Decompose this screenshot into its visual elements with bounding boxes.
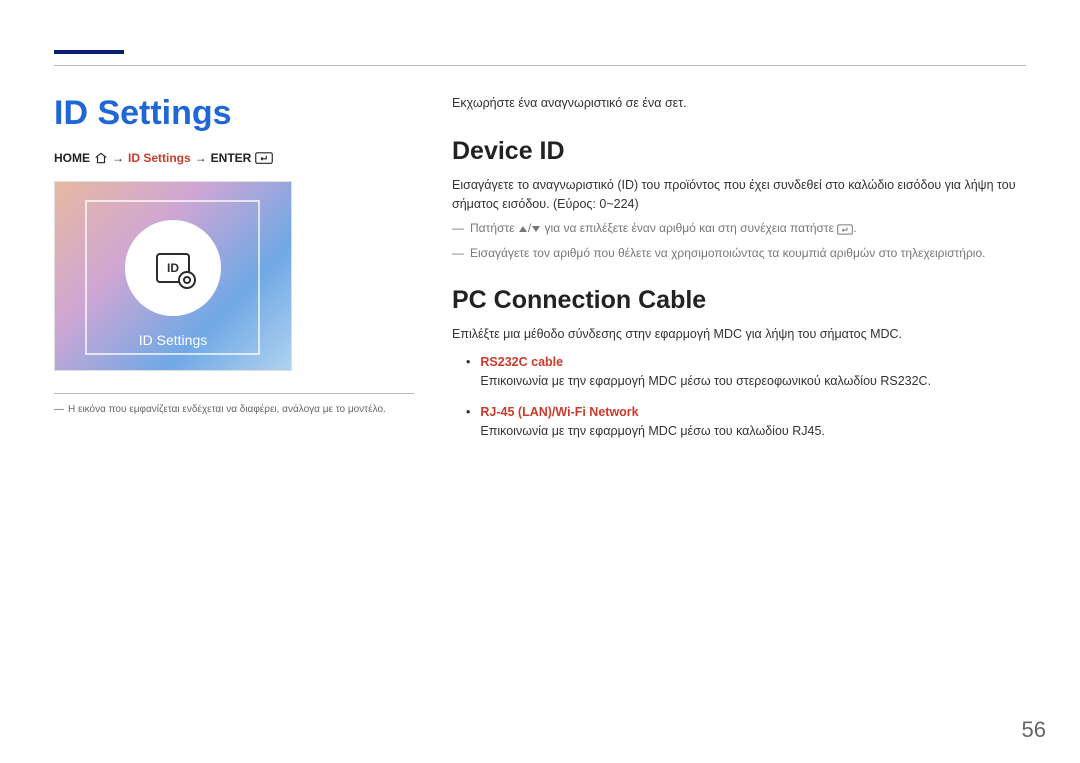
breadcrumb-arrow-1: → bbox=[112, 151, 124, 165]
page-title: ID Settings bbox=[54, 94, 414, 133]
section-pc-cable: PC Connection Cable Επιλέξτε μια μέθοδο … bbox=[452, 286, 1026, 441]
note-dash: ― bbox=[452, 244, 464, 263]
image-disclaimer-dash: ― bbox=[54, 404, 64, 415]
bullet-icon: • bbox=[466, 353, 470, 391]
breadcrumb-arrow-2: → bbox=[195, 151, 207, 165]
device-id-note-1: ― Πατήστε / για να επιλέξετε έναν αριθμό… bbox=[452, 219, 1026, 238]
note1-post: για να επιλέξετε έναν αριθμό και στη συν… bbox=[541, 221, 837, 235]
list-item-desc: Επικοινωνία με την εφαρμογή MDC μέσω του… bbox=[480, 422, 1026, 441]
device-id-note-2: ― Εισαγάγετε τον αριθμό που θέλετε να χρ… bbox=[452, 244, 1026, 263]
breadcrumb-mid: ID Settings bbox=[128, 151, 191, 165]
pc-cable-list: • RS232C cable Επικοινωνία με την εφαρμο… bbox=[452, 353, 1026, 440]
note1-end: . bbox=[853, 221, 856, 235]
image-disclaimer: ― Η εικόνα που εμφανίζεται ενδέχεται να … bbox=[54, 393, 414, 415]
list-item: • RS232C cable Επικοινωνία με την εφαρμο… bbox=[452, 353, 1026, 391]
note1-pre: Πατήστε bbox=[470, 221, 518, 235]
enter-icon bbox=[255, 152, 273, 164]
list-item-body: RS232C cable Επικοινωνία με την εφαρμογή… bbox=[480, 353, 1026, 391]
thumbnail-image: ID ID Settings bbox=[54, 181, 292, 371]
home-icon bbox=[94, 151, 108, 165]
note-dash: ― bbox=[452, 219, 464, 238]
page-top-rule bbox=[54, 38, 1026, 66]
breadcrumb-enter: ENTER bbox=[211, 151, 252, 165]
list-item-title: RJ-45 (LAN)/Wi-Fi Network bbox=[480, 403, 1026, 422]
image-disclaimer-text: Η εικόνα που εμφανίζεται ενδέχεται να δι… bbox=[68, 404, 386, 415]
device-id-body: Εισαγάγετε το αναγνωριστικό (ID) του προ… bbox=[452, 176, 1026, 214]
down-arrow-icon bbox=[531, 224, 541, 234]
note-text: Πατήστε / για να επιλέξετε έναν αριθμό κ… bbox=[470, 219, 1026, 238]
list-item: • RJ-45 (LAN)/Wi-Fi Network Επικοινωνία … bbox=[452, 403, 1026, 441]
left-column: ID Settings HOME → ID Settings → ENTER bbox=[54, 94, 414, 462]
list-item-title: RS232C cable bbox=[480, 353, 1026, 372]
right-column: Εκχωρήστε ένα αναγνωριστικό σε ένα σετ. … bbox=[414, 94, 1026, 462]
pc-cable-body: Επιλέξτε μια μέθοδο σύνδεσης στην εφαρμο… bbox=[452, 325, 1026, 344]
heading-pc-cable: PC Connection Cable bbox=[452, 286, 1026, 315]
page: ID Settings HOME → ID Settings → ENTER bbox=[0, 0, 1080, 763]
list-item-body: RJ-45 (LAN)/Wi-Fi Network Επικοινωνία με… bbox=[480, 403, 1026, 441]
heading-device-id: Device ID bbox=[452, 137, 1026, 166]
thumbnail-icon-circle: ID bbox=[125, 220, 221, 316]
list-item-desc: Επικοινωνία με την εφαρμογή MDC μέσω του… bbox=[480, 372, 1026, 391]
enter-small-icon bbox=[837, 224, 853, 235]
intro-line: Εκχωρήστε ένα αναγνωριστικό σε ένα σετ. bbox=[452, 94, 1026, 113]
thumbnail-caption: ID Settings bbox=[55, 332, 291, 348]
breadcrumb-home: HOME bbox=[54, 151, 90, 165]
up-arrow-icon bbox=[518, 224, 528, 234]
breadcrumb: HOME → ID Settings → ENTER bbox=[54, 151, 414, 165]
bullet-icon: • bbox=[466, 403, 470, 441]
section-device-id: Device ID Εισαγάγετε το αναγνωριστικό (I… bbox=[452, 137, 1026, 264]
id-box-icon: ID bbox=[156, 253, 190, 283]
gear-icon bbox=[178, 271, 196, 289]
id-box-label: ID bbox=[167, 261, 179, 275]
content-columns: ID Settings HOME → ID Settings → ENTER bbox=[54, 94, 1026, 462]
page-number: 56 bbox=[1022, 717, 1046, 743]
note-text: Εισαγάγετε τον αριθμό που θέλετε να χρησ… bbox=[470, 244, 1026, 263]
